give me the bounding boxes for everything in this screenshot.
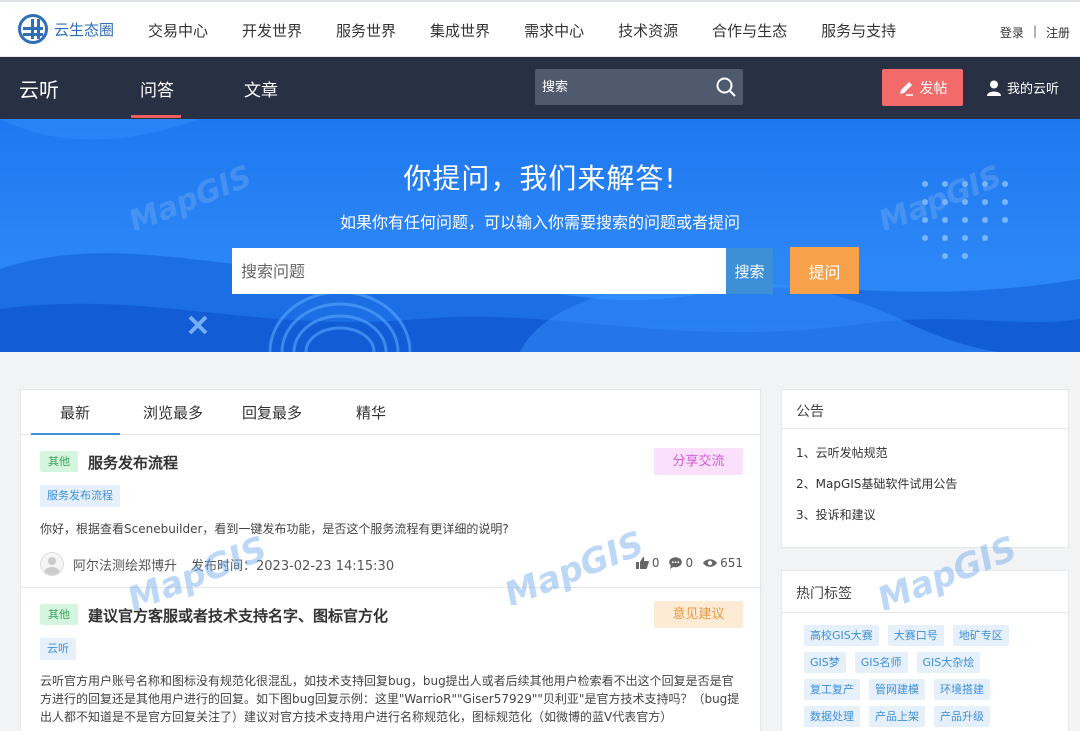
hot-tag[interactable]: 产品上架 [869, 706, 925, 727]
question-search-button[interactable]: 搜索 [726, 248, 773, 294]
likes-stat[interactable]: 0 [635, 556, 660, 570]
search-icon[interactable] [715, 76, 737, 98]
list-item[interactable]: 其他 服务发布流程 分享交流 服务发布流程 你好，根据查看Scenebuilde… [21, 435, 762, 588]
auth-links: 登录 | 注册 [1000, 24, 1070, 41]
hot-tag[interactable]: GIS名师 [854, 652, 908, 673]
comments-stat[interactable]: 0 [669, 556, 693, 570]
nav-item-partnership[interactable]: 合作与生态 [712, 20, 787, 41]
hero-background-art [0, 119, 1080, 352]
nav-item-tech-resources[interactable]: 技术资源 [618, 20, 678, 41]
hot-tag[interactable]: 复工复产 [804, 679, 860, 700]
forum-navigation-bar: 云听 问答 文章 发帖 我的云听 [0, 57, 1080, 119]
list-item[interactable]: 其他 建议官方客服或者技术支持名字、图标官方化 意见建议 云听 云听官方用户账号… [21, 588, 762, 731]
hot-tag[interactable]: 管网建模 [869, 679, 925, 700]
comments-count: 0 [685, 556, 694, 570]
hot-tags-list: 高校GIS大赛 大赛口号 地矿专区 GIS梦 GIS名师 GIS大杂烩 复工复产… [782, 613, 1042, 731]
hot-tag[interactable]: GIS大杂烩 [916, 652, 981, 673]
question-list-panel: 最新 浏览最多 回复最多 精华 其他 服务发布流程 分享交流 服务发布流程 你好… [20, 389, 762, 731]
hot-tag[interactable]: GIS梦 [804, 652, 846, 673]
tab-most-viewed[interactable]: 浏览最多 [143, 402, 203, 423]
tab-qa[interactable]: 问答 [140, 76, 174, 101]
notice-item[interactable]: 1、云听发帖规范 [796, 441, 1054, 472]
new-post-button[interactable]: 发帖 [882, 69, 963, 106]
comment-icon [669, 557, 683, 569]
globe-logo-icon [18, 14, 48, 44]
forum-search-input[interactable] [535, 69, 705, 105]
hot-tag[interactable]: 产品升级 [934, 706, 990, 727]
question-search-input[interactable] [232, 248, 726, 294]
user-icon [987, 80, 1001, 96]
new-post-label: 发帖 [919, 80, 948, 97]
post-excerpt: 你好，根据查看Scenebuilder，看到一键发布功能，是否这个服务流程有更详… [40, 522, 509, 536]
site-logo[interactable]: 云生态圈 [18, 14, 114, 44]
nav-item-support[interactable]: 服务与支持 [821, 20, 896, 41]
views-stat: 651 [703, 556, 743, 570]
post-tag[interactable]: 服务发布流程 [40, 485, 120, 507]
hot-tags-card: 热门标签 高校GIS大赛 大赛口号 地矿专区 GIS梦 GIS名师 GIS大杂烩… [781, 570, 1069, 731]
ask-question-button[interactable]: 提问 [790, 247, 859, 294]
question-sort-tabs: 最新 浏览最多 回复最多 精华 [21, 390, 760, 435]
hot-tags-title: 热门标签 [782, 571, 1068, 613]
tab-latest[interactable]: 最新 [60, 402, 90, 423]
nav-item-demand-center[interactable]: 需求中心 [524, 20, 584, 41]
post-type-badge[interactable]: 意见建议 [654, 601, 743, 628]
post-tag[interactable]: 云听 [40, 638, 76, 660]
nav-item-service-world[interactable]: 服务世界 [336, 20, 396, 41]
hero-banner: 你提问，我们来解答! 如果你有任何问题，可以输入你需要搜索的问题或者提问 搜索 … [0, 119, 1080, 352]
thumbs-up-icon [635, 557, 649, 569]
pencil-icon [899, 81, 913, 96]
tab-articles[interactable]: 文章 [244, 76, 278, 101]
post-type-badge[interactable]: 分享交流 [654, 448, 743, 475]
likes-count: 0 [651, 556, 660, 570]
hot-tag[interactable]: 数据处理 [804, 706, 860, 727]
hot-tag[interactable]: 环境搭建 [934, 679, 990, 700]
hero-subtitle: 如果你有任何问题，可以输入你需要搜索的问题或者提问 [339, 213, 740, 232]
my-cloud-link[interactable]: 我的云听 [987, 78, 1059, 97]
nav-item-dev-world[interactable]: 开发世界 [242, 20, 302, 41]
forum-brand[interactable]: 云听 [19, 74, 59, 103]
tab-featured[interactable]: 精华 [356, 402, 386, 423]
hot-tag[interactable]: 高校GIS大赛 [804, 625, 879, 646]
post-meta: 阿尔法测绘郑博升 发布时间：2023-02-23 14:15:30 [40, 552, 394, 576]
hero-title: 你提问，我们来解答! [403, 162, 677, 195]
avatar[interactable] [40, 552, 64, 576]
hot-tag[interactable]: 地矿专区 [952, 625, 1009, 646]
views-count: 651 [720, 556, 743, 570]
notice-item[interactable]: 3、投诉和建议 [796, 503, 1054, 534]
notice-title: 公告 [782, 390, 1068, 429]
login-link[interactable]: 登录 [1000, 24, 1024, 41]
post-title[interactable]: 服务发布流程 [88, 452, 178, 473]
top-nav-menu: 交易中心 开发世界 服务世界 集成世界 需求中心 技术资源 合作与生态 服务与支… [148, 20, 930, 41]
notice-card: 公告 1、云听发帖规范 2、MapGIS基础软件试用公告 3、投诉和建议 [781, 389, 1069, 548]
hot-tag[interactable]: 大赛口号 [887, 625, 944, 646]
category-badge: 其他 [40, 604, 78, 625]
nav-item-integration-world[interactable]: 集成世界 [430, 20, 490, 41]
logo-text: 云生态圈 [54, 20, 115, 39]
post-title[interactable]: 建议官方客服或者技术支持名字、图标官方化 [88, 605, 388, 626]
eye-icon [703, 559, 718, 567]
my-cloud-label: 我的云听 [1007, 82, 1060, 97]
register-link[interactable]: 注册 [1046, 24, 1070, 41]
tab-most-replied[interactable]: 回复最多 [242, 402, 302, 423]
auth-separator: | [1032, 24, 1037, 38]
notice-item[interactable]: 2、MapGIS基础软件试用公告 [796, 472, 1054, 503]
nav-item-trade-center[interactable]: 交易中心 [148, 20, 208, 41]
category-badge: 其他 [40, 451, 78, 472]
active-tab-indicator [131, 115, 181, 118]
post-author[interactable]: 阿尔法测绘郑博升 [73, 555, 177, 574]
forum-search-box [535, 69, 743, 105]
post-stats: 0 0 651 [635, 556, 743, 570]
post-publish-time: 发布时间：2023-02-23 14:15:30 [191, 558, 395, 574]
top-navigation: 云生态圈 交易中心 开发世界 服务世界 集成世界 需求中心 技术资源 合作与生态… [0, 0, 1080, 57]
notice-list: 1、云听发帖规范 2、MapGIS基础软件试用公告 3、投诉和建议 [782, 429, 1068, 546]
post-excerpt: 云听官方用户账号名称和图标没有规范化很混乱，如技术支持回复bug，bug提出人或… [40, 674, 740, 724]
